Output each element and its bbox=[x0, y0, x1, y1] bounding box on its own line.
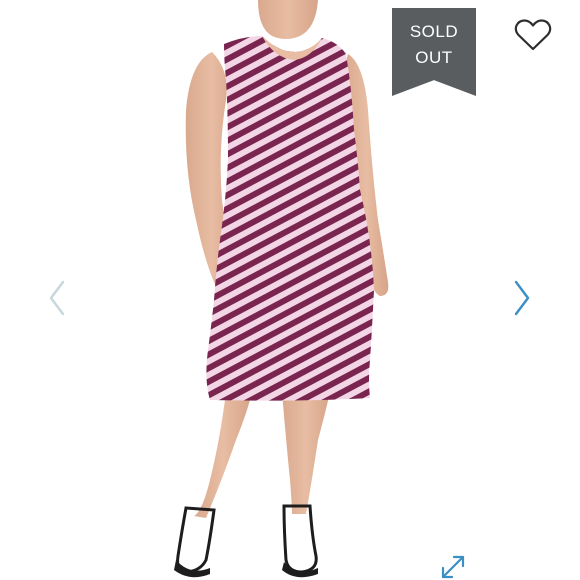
chevron-left-icon[interactable] bbox=[45, 278, 69, 318]
chevron-right-icon[interactable] bbox=[510, 278, 534, 318]
product-image-viewer: SOLD OUT bbox=[0, 0, 580, 580]
sold-out-badge-line2: OUT bbox=[415, 48, 453, 67]
expand-arrows-icon[interactable] bbox=[440, 554, 466, 580]
heart-outline-icon[interactable] bbox=[514, 18, 552, 52]
product-photo bbox=[174, 0, 389, 578]
sold-out-badge-line1: SOLD bbox=[409, 22, 459, 41]
